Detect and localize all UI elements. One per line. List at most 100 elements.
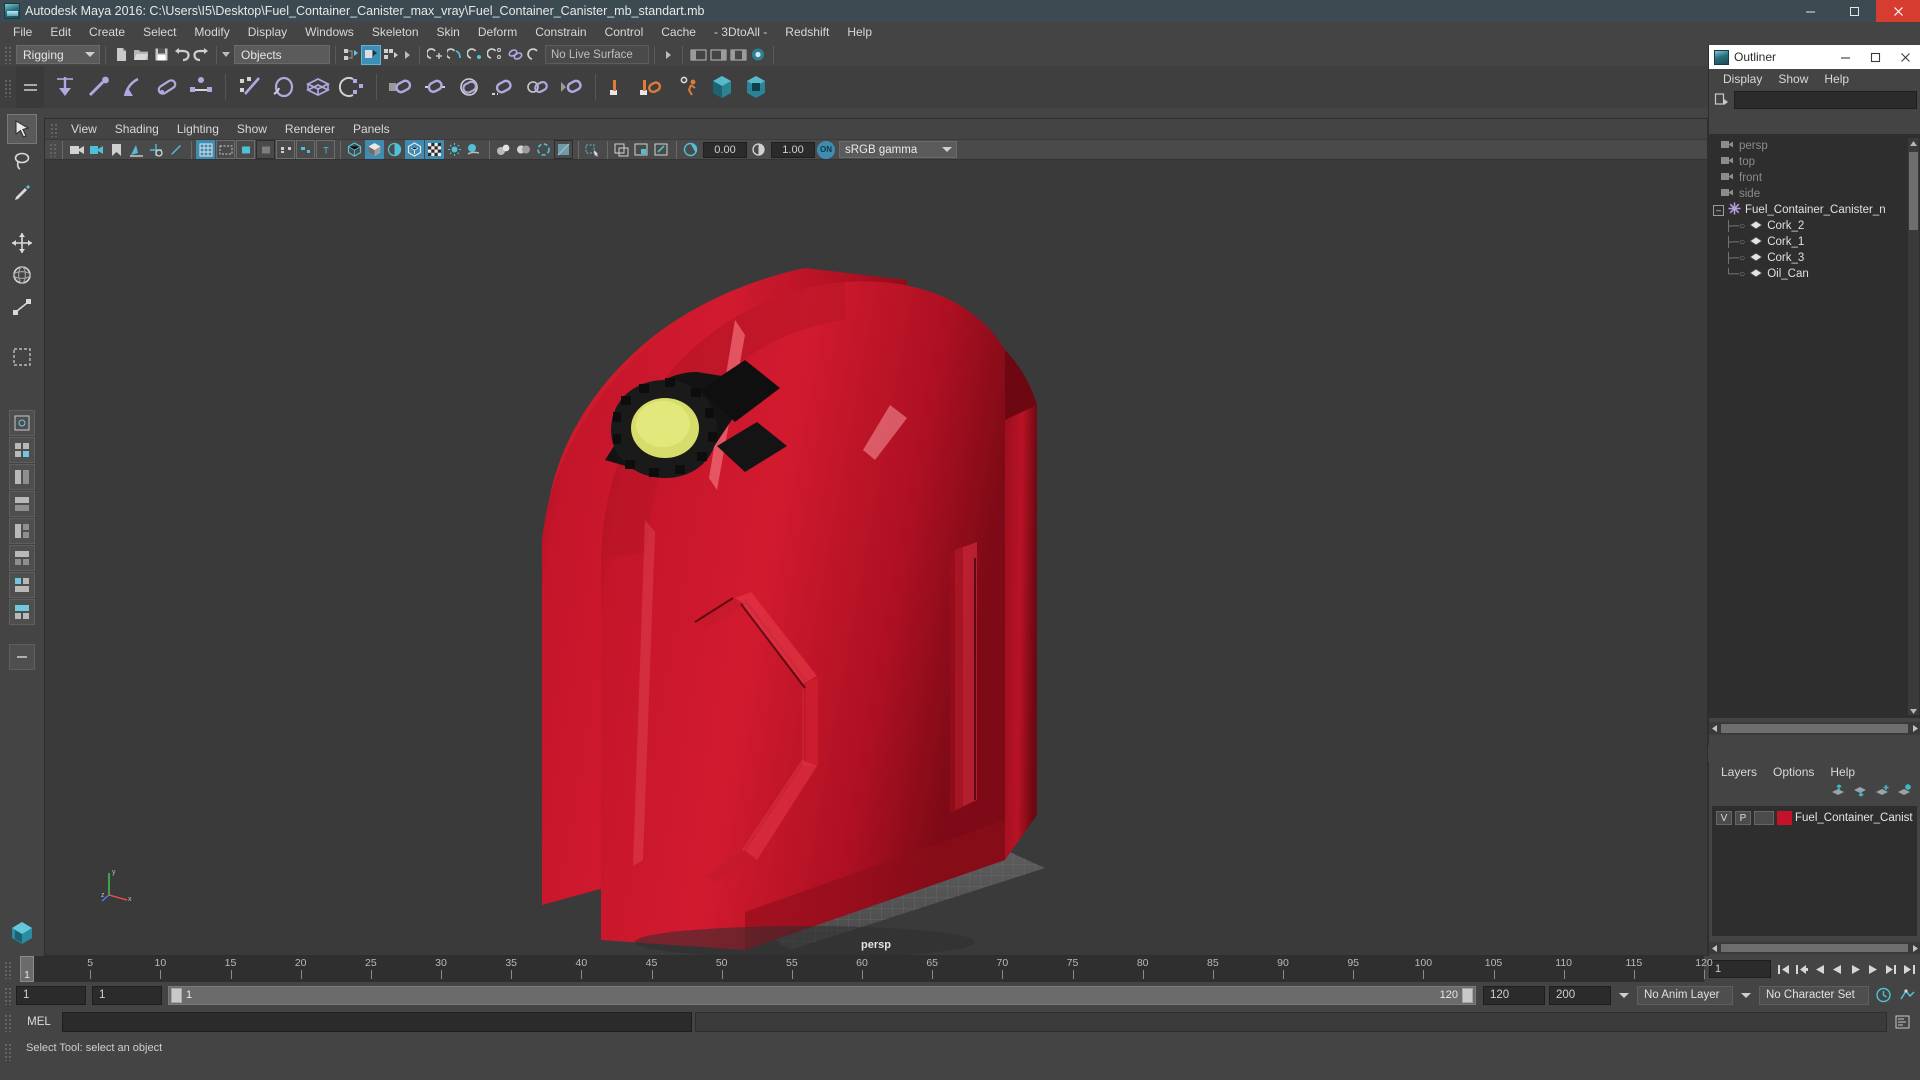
layers-menu-help[interactable]: Help — [1822, 762, 1863, 782]
exposure-icon[interactable] — [681, 140, 700, 159]
outliner-item-front[interactable]: front — [1709, 170, 1920, 186]
outliner-search-input[interactable] — [1734, 90, 1917, 109]
more-layouts[interactable] — [9, 644, 35, 670]
gate-mask-icon[interactable] — [256, 140, 275, 159]
attribute-editor-icon[interactable] — [708, 45, 728, 65]
scroll-left-arrow-icon[interactable] — [1709, 723, 1720, 734]
save-scene-icon[interactable] — [151, 45, 171, 65]
gamma-value[interactable]: 1.00 — [771, 141, 815, 158]
shadows-icon[interactable] — [445, 140, 464, 159]
color-management-toggle-icon[interactable]: ON — [817, 140, 835, 159]
command-language-label[interactable]: MEL — [16, 1016, 62, 1028]
motion-blur-icon[interactable] — [494, 140, 513, 159]
constraint-icon[interactable] — [184, 70, 218, 104]
expand-render-icons-icon[interactable] — [666, 50, 671, 59]
menu-deform[interactable]: Deform — [469, 22, 526, 43]
title-safe-icon[interactable]: T — [316, 140, 335, 159]
range-right-handle[interactable] — [1462, 987, 1473, 1003]
menu-skeleton[interactable]: Skeleton — [363, 22, 428, 43]
range-track[interactable]: 1 120 — [168, 985, 1476, 1005]
outliner-item-cork-1[interactable]: ├─○ Cork_1 — [1709, 234, 1920, 250]
step-forward-frame-icon[interactable] — [1865, 959, 1882, 979]
xray-active-components-icon[interactable] — [632, 140, 651, 159]
viewport-grip[interactable] — [49, 121, 59, 137]
paint-select-tool[interactable] — [7, 178, 37, 208]
select-camera-icon[interactable] — [67, 140, 86, 159]
joint-tool-icon[interactable] — [48, 70, 82, 104]
layer-shading-toggle[interactable] — [1754, 811, 1774, 825]
set-driven-key-icon[interactable] — [603, 70, 637, 104]
outliner-close-button[interactable] — [1890, 45, 1920, 69]
outliner-item-fuel-container-canister[interactable]: – Fuel_Container_Canister_n — [1709, 202, 1920, 218]
tool-settings-icon[interactable] — [728, 45, 748, 65]
layers-menu-layers[interactable]: Layers — [1713, 762, 1765, 782]
move-layer-up-icon[interactable] — [1831, 784, 1846, 800]
animation-preferences-icon[interactable] — [1897, 985, 1917, 1005]
viewport-menu-view[interactable]: View — [62, 119, 106, 139]
exposure-reset-icon[interactable] — [652, 140, 671, 159]
close-button[interactable] — [1876, 0, 1920, 22]
shelf-grip[interactable] — [3, 77, 13, 97]
status-line-grip[interactable] — [3, 45, 13, 64]
smooth-shading-icon[interactable] — [365, 140, 384, 159]
menu-select[interactable]: Select — [134, 22, 185, 43]
viewport-menu-renderer[interactable]: Renderer — [276, 119, 344, 139]
menu-set-selector[interactable]: Rigging — [16, 45, 100, 64]
help-line-grip[interactable] — [3, 1042, 13, 1061]
ik-chain-icon[interactable] — [150, 70, 184, 104]
outliner-item-persp[interactable]: persp — [1709, 138, 1920, 154]
hypergraph-layout[interactable] — [9, 572, 35, 598]
layer-row[interactable]: V P Fuel_Container_Canist — [1712, 809, 1917, 827]
rotate-tool[interactable] — [7, 260, 37, 290]
snap-view-plane-icon[interactable] — [505, 45, 525, 65]
command-input[interactable] — [62, 1012, 692, 1032]
bookmark-icon[interactable] — [107, 140, 126, 159]
camera-attributes-icon[interactable] — [87, 140, 106, 159]
viewport-menu-panels[interactable]: Panels — [344, 119, 399, 139]
viewport-3d-canvas[interactable]: y x z persp — [45, 160, 1707, 955]
anim-layer-selector[interactable]: No Anim Layer — [1637, 985, 1733, 1005]
outliner-menu-help[interactable]: Help — [1816, 69, 1857, 89]
layers-horizontal-scrollbar[interactable] — [1709, 942, 1920, 954]
menu-help[interactable]: Help — [838, 22, 881, 43]
selection-mask-selector[interactable]: Objects — [234, 45, 330, 64]
character-set-icon[interactable] — [637, 70, 671, 104]
redo-icon[interactable] — [191, 45, 211, 65]
layers-menu-options[interactable]: Options — [1765, 762, 1822, 782]
three-pane-layout[interactable] — [9, 518, 35, 544]
time-slider-grip[interactable] — [3, 959, 13, 979]
ik-spline-icon[interactable] — [116, 70, 150, 104]
two-pane-stacked-layout[interactable] — [9, 491, 35, 517]
outliner-horizontal-scrollbar[interactable] — [1709, 722, 1920, 735]
outliner-layout[interactable] — [9, 599, 35, 625]
parent-constraint-icon[interactable] — [384, 70, 418, 104]
chevron-down-icon[interactable] — [1741, 992, 1751, 998]
select-hierarchy-icon[interactable] — [341, 45, 361, 65]
viewport-menu-lighting[interactable]: Lighting — [168, 119, 228, 139]
redshift-ipr-icon[interactable] — [739, 70, 773, 104]
redshift-render-icon[interactable] — [705, 70, 739, 104]
interactive-bind-icon[interactable] — [267, 70, 301, 104]
outliner-minimize-button[interactable] — [1830, 45, 1860, 69]
pose-icon[interactable] — [671, 70, 705, 104]
select-object-icon[interactable] — [361, 44, 381, 65]
grease-pencil-icon[interactable] — [167, 140, 186, 159]
two-pane-side-layout[interactable] — [9, 464, 35, 490]
layer-playback-toggle[interactable]: P — [1735, 811, 1751, 825]
exposure-value[interactable]: 0.00 — [703, 141, 747, 158]
isolate-select-icon[interactable] — [554, 140, 573, 159]
scroll-down-arrow-icon[interactable] — [1909, 705, 1918, 715]
undo-icon[interactable] — [171, 45, 191, 65]
menu-modify[interactable]: Modify — [185, 22, 238, 43]
textured-shading-icon[interactable] — [405, 140, 424, 159]
menu-control[interactable]: Control — [596, 22, 653, 43]
point-constraint-icon[interactable] — [418, 70, 452, 104]
playback-start-field[interactable]: 1 — [92, 985, 162, 1005]
image-plane-icon[interactable] — [127, 140, 146, 159]
xray-joints-icon[interactable] — [612, 140, 631, 159]
screen-space-ao-icon[interactable] — [465, 140, 484, 159]
outliner-item-cork-3[interactable]: ├─○ Cork_3 — [1709, 250, 1920, 266]
resolution-gate-icon[interactable] — [236, 140, 255, 159]
menu-skin[interactable]: Skin — [428, 22, 469, 43]
aim-constraint-icon[interactable] — [520, 70, 554, 104]
